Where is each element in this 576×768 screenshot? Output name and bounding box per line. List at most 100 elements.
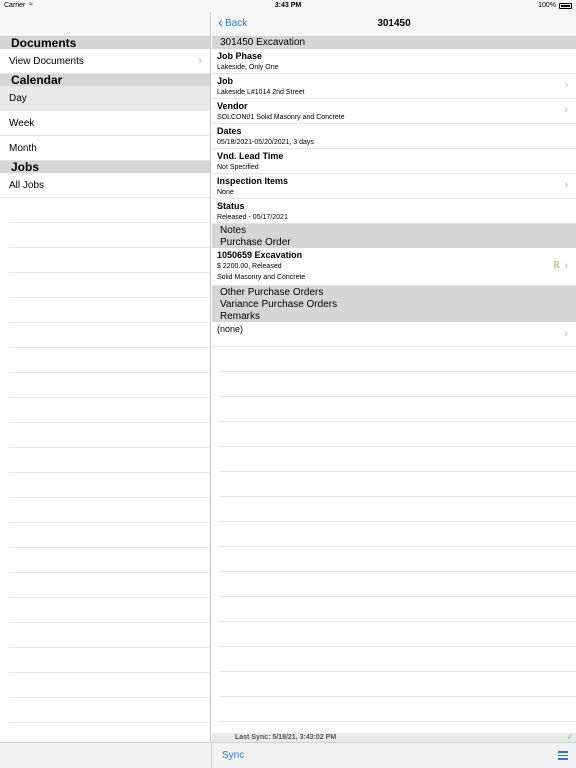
chevron-right-icon: › [564, 79, 568, 91]
empty-row [9, 598, 210, 623]
empty-row [9, 698, 210, 723]
empty-rows [212, 347, 576, 742]
field-dates: Dates 05/18/2021-05/20/2021, 3 days [212, 124, 576, 149]
empty-row [220, 572, 576, 597]
notes-header: Notes [220, 225, 247, 236]
empty-row [9, 348, 210, 373]
empty-row [220, 597, 576, 622]
sidebar-item-label: View Documents [9, 56, 84, 67]
purchase-order-row[interactable]: 1050659 Excavation $ 2200.00, Released S… [212, 248, 576, 286]
toolbar-divider [211, 743, 212, 768]
po-title: 1050659 Excavation [217, 250, 303, 260]
field-status: Status Released - 05/17/2021 [212, 199, 576, 224]
sync-button[interactable]: Sync [222, 750, 244, 761]
empty-row [220, 522, 576, 547]
empty-row [9, 248, 210, 273]
field-vendor-lead-time: Vnd. Lead Time Not Specified [212, 149, 576, 174]
empty-row [9, 623, 210, 648]
field-label: Vendor [217, 101, 248, 111]
empty-row [9, 198, 210, 223]
empty-row [9, 523, 210, 548]
field-label: Vnd. Lead Time [217, 151, 284, 161]
other-po-header: Other Purchase Orders [220, 287, 324, 298]
empty-row [220, 547, 576, 572]
field-inspection-items[interactable]: Inspection Items None › [212, 174, 576, 199]
field-value: 05/18/2021-05/20/2021, 3 days [217, 139, 314, 146]
remarks-value: (none) [217, 324, 244, 334]
field-value: Lakeside, Only One [217, 64, 279, 71]
section-header-jobs: Jobs [0, 161, 210, 173]
sidebar-item-label: Week [9, 118, 35, 129]
field-value: None [217, 189, 234, 196]
empty-row [220, 697, 576, 722]
field-job[interactable]: Job Lakeside L#1014 2nd Street › [212, 74, 576, 99]
empty-row [9, 673, 210, 698]
empty-row [220, 472, 576, 497]
empty-rows [0, 198, 210, 748]
variance-po-header: Variance Purchase Orders [220, 299, 338, 310]
battery-percent: 100% [538, 2, 556, 9]
empty-row [220, 397, 576, 422]
menu-icon[interactable] [558, 751, 568, 762]
sidebar-item-view-documents[interactable]: View Documents › [0, 49, 210, 74]
empty-row [9, 323, 210, 348]
empty-row [9, 648, 210, 673]
chevron-right-icon: › [564, 260, 568, 272]
notes-po-header: Notes Purchase Order [212, 224, 576, 248]
empty-row [9, 473, 210, 498]
released-badge-icon: R [553, 260, 560, 271]
detail-section-header: 301450 Excavation [212, 37, 576, 49]
remarks-row[interactable]: (none) › [212, 322, 576, 347]
left-sidebar: Documents View Documents › Calendar Day … [0, 12, 211, 748]
sidebar-item-week[interactable]: Week [0, 111, 210, 136]
empty-row [220, 447, 576, 472]
field-label: Job Phase [217, 51, 263, 61]
section-header-documents: Documents [0, 37, 210, 49]
sidebar-item-all-jobs[interactable]: All Jobs [0, 173, 210, 198]
field-value: Released - 05/17/2021 [217, 214, 288, 221]
empty-row [9, 398, 210, 423]
empty-row [9, 373, 210, 398]
field-label: Status [217, 201, 245, 211]
other-sections-header: Other Purchase Orders Variance Purchase … [212, 286, 576, 322]
checkmark-icon: ✓ [567, 734, 573, 741]
chevron-right-icon: › [564, 104, 568, 116]
empty-row [9, 498, 210, 523]
empty-row [220, 422, 576, 447]
empty-row [220, 672, 576, 697]
sidebar-item-month[interactable]: Month [0, 136, 210, 161]
sidebar-item-label: Month [9, 143, 37, 154]
field-vendor[interactable]: Vendor SOLCON01 Solid Masonry and Concre… [212, 99, 576, 124]
status-bar: Carrier ≈ 3:43 PM 100% [0, 0, 576, 12]
chevron-right-icon: › [564, 179, 568, 191]
sidebar-item-label: All Jobs [9, 180, 45, 191]
sidebar-item-day[interactable]: Day [0, 86, 210, 111]
empty-row [220, 647, 576, 672]
po-amount-status: $ 2200.00, Released [217, 263, 282, 270]
nav-bar: ‹ Back 301450 [212, 12, 576, 37]
last-sync-bar: Last Sync: 5/18/21, 3:43:02 PM ✓ [212, 733, 576, 742]
bottom-toolbar: Sync [0, 742, 576, 768]
field-job-phase: Job Phase Lakeside, Only One [212, 49, 576, 74]
last-sync-text: Last Sync: 5/18/21, 3:43:02 PM [235, 734, 337, 741]
page-title: 301450 [377, 18, 411, 29]
empty-row [220, 347, 576, 372]
chevron-right-icon: › [198, 55, 202, 67]
empty-row [220, 622, 576, 647]
left-topbar [0, 12, 210, 37]
empty-row [9, 298, 210, 323]
empty-row [9, 548, 210, 573]
empty-row [9, 223, 210, 248]
chevron-right-icon: › [564, 328, 568, 340]
detail-pane: ‹ Back 301450 301450 Excavation Job Phas… [212, 12, 576, 742]
field-value: Not Specified [217, 164, 259, 171]
section-header-calendar: Calendar [0, 74, 210, 86]
field-value: SOLCON01 Solid Masonry and Concrete [217, 114, 345, 121]
status-time: 3:43 PM [274, 2, 302, 9]
field-label: Dates [217, 126, 242, 136]
empty-row [9, 448, 210, 473]
sidebar-item-label: Day [9, 93, 27, 104]
empty-row [9, 573, 210, 598]
field-value: Lakeside L#1014 2nd Street [217, 89, 305, 96]
field-label: Job [217, 76, 234, 86]
